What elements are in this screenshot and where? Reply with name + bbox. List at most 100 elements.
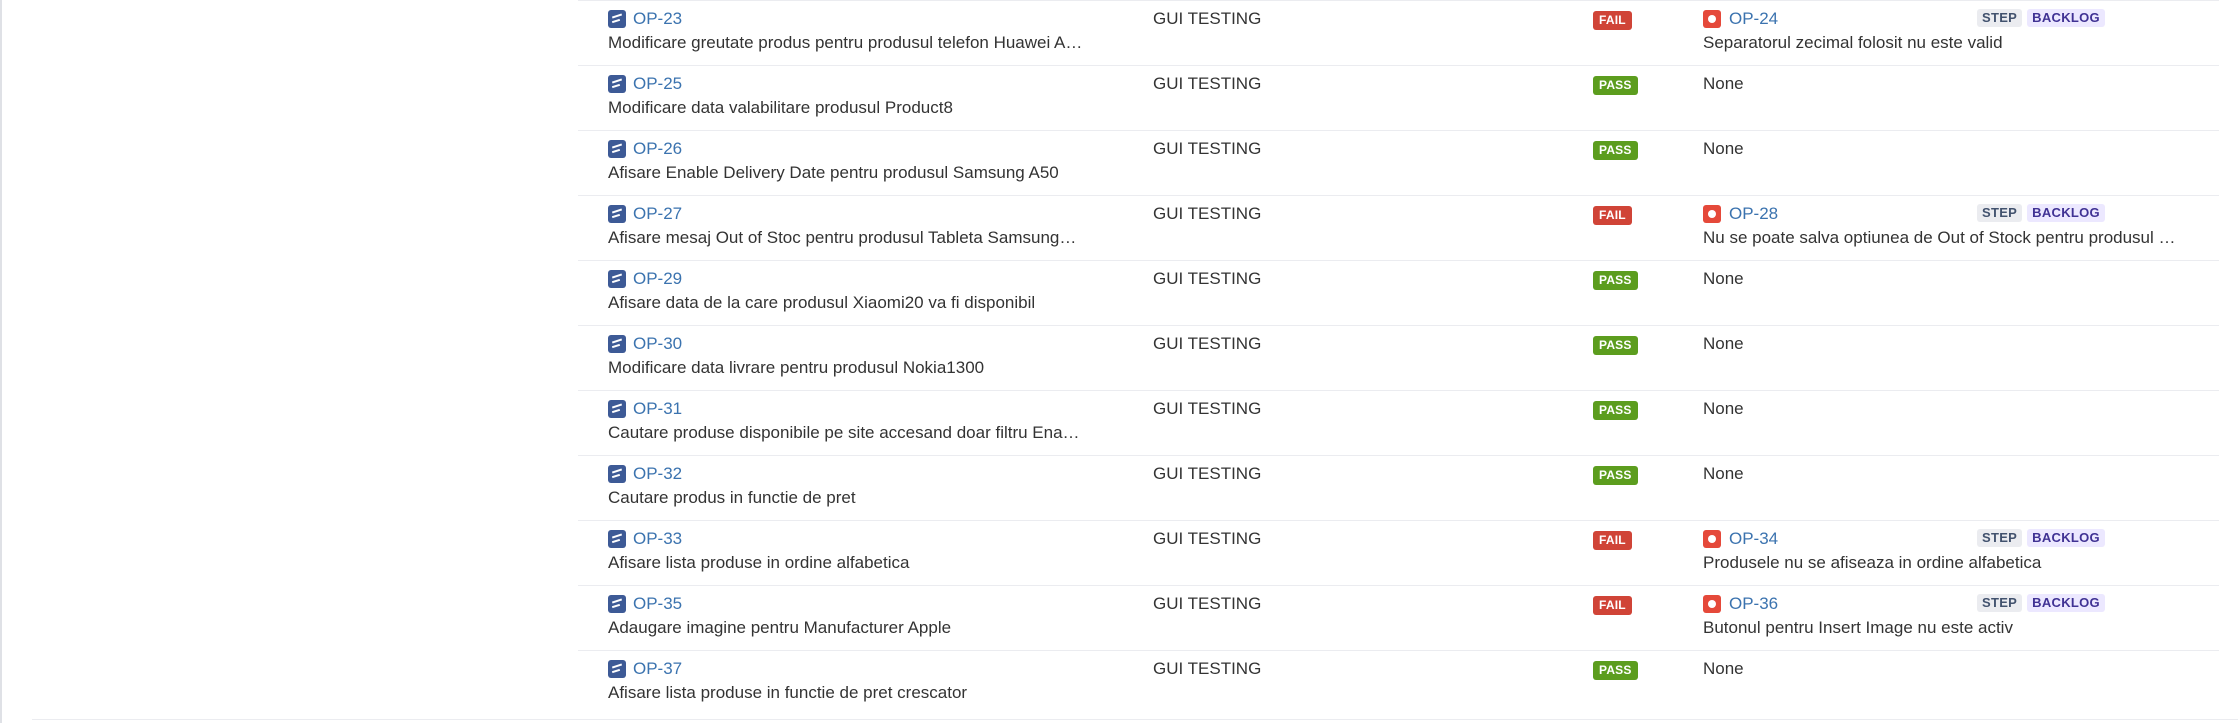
status-cell: FAIL [1593, 206, 1632, 225]
fail-status-badge: FAIL [1593, 596, 1632, 615]
defect-lozenges: STEP BACKLOG [1977, 9, 2105, 27]
environment-label: GUI TESTING [1153, 464, 1262, 483]
environment-label: GUI TESTING [1153, 529, 1262, 548]
test-cell: OP-29 Afisare data de la care produsul X… [608, 269, 1108, 313]
environment-label: GUI TESTING [1153, 659, 1262, 678]
test-cell: OP-33 Afisare lista produse in ordine al… [608, 529, 1108, 573]
test-cell: OP-25 Modificare data valabilitare produ… [608, 74, 1108, 118]
table-row: OP-35 Adaugare imagine pentru Manufactur… [578, 585, 2219, 650]
test-summary: Modificare data valabilitare produsul Pr… [608, 98, 953, 117]
no-defect-text: None [1703, 74, 1744, 93]
defect-summary: Separatorul zecimal folosit nu este vali… [1703, 33, 2003, 52]
environment-label: GUI TESTING [1153, 269, 1262, 288]
bug-icon [1703, 595, 1721, 613]
status-cell: PASS [1593, 141, 1638, 160]
test-summary: Afisare Enable Delivery Date pentru prod… [608, 163, 1059, 182]
test-key-link[interactable]: OP-29 [633, 269, 682, 289]
test-cell: OP-37 Afisare lista produse in functie d… [608, 659, 1108, 703]
status-cell: PASS [1593, 76, 1638, 95]
pass-status-badge: PASS [1593, 141, 1638, 160]
test-cell: OP-35 Adaugare imagine pentru Manufactur… [608, 594, 1108, 638]
test-key-link[interactable]: OP-37 [633, 659, 682, 679]
no-defect-text: None [1703, 269, 1744, 288]
test-summary: Modificare greutate produs pentru produs… [608, 33, 1083, 52]
pass-status-badge: PASS [1593, 401, 1638, 420]
fail-status-badge: FAIL [1593, 531, 1632, 550]
test-icon [608, 400, 626, 418]
no-defect-text: None [1703, 334, 1744, 353]
environment-label: GUI TESTING [1153, 334, 1262, 353]
bottom-divider [32, 719, 2238, 720]
pass-status-badge: PASS [1593, 271, 1638, 290]
test-key-link[interactable]: OP-23 [633, 9, 682, 29]
defect-summary: Nu se poate salva optiunea de Out of Sto… [1703, 228, 2176, 247]
test-cell: OP-26 Afisare Enable Delivery Date pentr… [608, 139, 1108, 183]
defect-cell: None [1703, 74, 2203, 94]
test-key-link[interactable]: OP-35 [633, 594, 682, 614]
test-summary: Cautare produs in functie de pret [608, 488, 856, 507]
no-defect-text: None [1703, 139, 1744, 158]
table-row: OP-32 Cautare produs in functie de pret … [578, 455, 2219, 520]
environment-label: GUI TESTING [1153, 594, 1262, 613]
test-icon [608, 75, 626, 93]
defect-lozenges: STEP BACKLOG [1977, 529, 2105, 547]
defect-cell: OP-34 STEP BACKLOG Produsele nu se afise… [1703, 529, 2203, 573]
environment-label: GUI TESTING [1153, 399, 1262, 418]
defect-key-link[interactable]: OP-28 [1729, 204, 1778, 224]
table-row: OP-26 Afisare Enable Delivery Date pentr… [578, 130, 2219, 195]
test-cell: OP-27 Afisare mesaj Out of Stoc pentru p… [608, 204, 1108, 248]
no-defect-text: None [1703, 659, 1744, 678]
defect-cell: OP-28 STEP BACKLOG Nu se poate salva opt… [1703, 204, 2203, 248]
table-row: OP-37 Afisare lista produse in functie d… [578, 650, 2219, 715]
status-cell: PASS [1593, 336, 1638, 355]
backlog-lozenge: BACKLOG [2027, 9, 2105, 27]
test-key-link[interactable]: OP-31 [633, 399, 682, 419]
table-row: OP-25 Modificare data valabilitare produ… [578, 65, 2219, 130]
backlog-lozenge: BACKLOG [2027, 204, 2105, 222]
pass-status-badge: PASS [1593, 76, 1638, 95]
test-icon [608, 595, 626, 613]
defect-cell: None [1703, 399, 2203, 419]
test-summary: Modificare data livrare pentru produsul … [608, 358, 985, 377]
test-cell: OP-30 Modificare data livrare pentru pro… [608, 334, 1108, 378]
status-cell: PASS [1593, 466, 1638, 485]
backlog-lozenge: BACKLOG [2027, 594, 2105, 612]
fail-status-badge: FAIL [1593, 11, 1632, 30]
test-key-link[interactable]: OP-33 [633, 529, 682, 549]
table-row: OP-33 Afisare lista produse in ordine al… [578, 520, 2219, 585]
environment-label: GUI TESTING [1153, 74, 1262, 93]
step-lozenge: STEP [1977, 9, 2023, 27]
test-summary: Adaugare imagine pentru Manufacturer App… [608, 618, 952, 637]
test-key-link[interactable]: OP-30 [633, 334, 682, 354]
test-key-link[interactable]: OP-25 [633, 74, 682, 94]
defect-key-link[interactable]: OP-36 [1729, 594, 1778, 614]
test-key-link[interactable]: OP-32 [633, 464, 682, 484]
status-cell: PASS [1593, 661, 1638, 680]
defect-cell: None [1703, 334, 2203, 354]
test-summary: Afisare lista produse in ordine alfabeti… [608, 553, 910, 572]
test-summary: Afisare mesaj Out of Stoc pentru produsu… [608, 228, 1077, 247]
table-row: OP-30 Modificare data livrare pentru pro… [578, 325, 2219, 390]
status-cell: FAIL [1593, 531, 1632, 550]
pass-status-badge: PASS [1593, 661, 1638, 680]
table-row: OP-31 Cautare produse disponibile pe sit… [578, 390, 2219, 455]
test-key-link[interactable]: OP-26 [633, 139, 682, 159]
test-cell: OP-23 Modificare greutate produs pentru … [608, 9, 1108, 53]
defect-cell: None [1703, 464, 2203, 484]
defect-cell: None [1703, 659, 2203, 679]
bug-icon [1703, 530, 1721, 548]
environment-label: GUI TESTING [1153, 139, 1262, 158]
test-key-link[interactable]: OP-27 [633, 204, 682, 224]
defect-key-link[interactable]: OP-24 [1729, 9, 1778, 29]
table-row: OP-23 Modificare greutate produs pentru … [578, 0, 2219, 65]
test-icon [608, 270, 626, 288]
test-icon [608, 660, 626, 678]
defect-key-link[interactable]: OP-34 [1729, 529, 1778, 549]
step-lozenge: STEP [1977, 594, 2023, 612]
defect-summary: Produsele nu se afiseaza in ordine alfab… [1703, 553, 2042, 572]
pass-status-badge: PASS [1593, 336, 1638, 355]
step-lozenge: STEP [1977, 204, 2023, 222]
test-summary: Afisare lista produse in functie de pret… [608, 683, 968, 702]
test-summary: Afisare data de la care produsul Xiaomi2… [608, 293, 1036, 312]
test-execution-page: OP-23 Modificare greutate produs pentru … [0, 0, 2238, 723]
